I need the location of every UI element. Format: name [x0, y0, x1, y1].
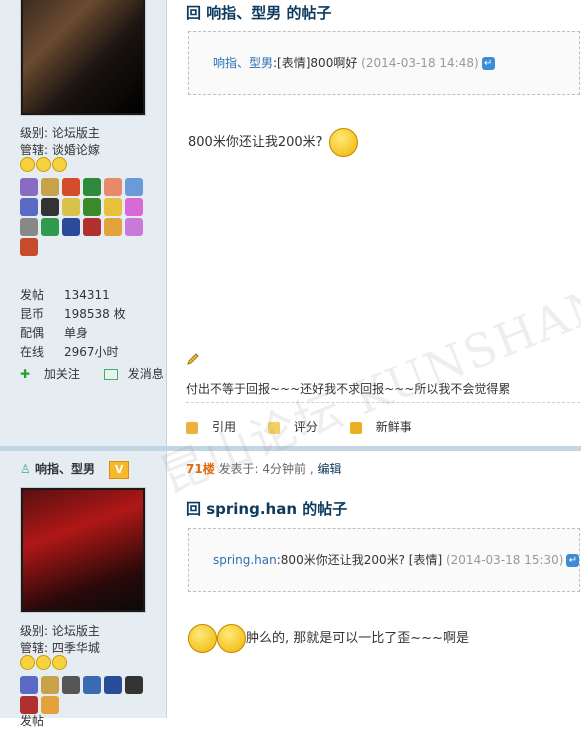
smiley-icon [52, 655, 67, 670]
quote-block: 响指、型男:[表情]800啊好 (2014-03-18 14:48) ↵ [188, 31, 580, 95]
follow-button[interactable]: ✚ 加关注 [20, 367, 90, 381]
quote-block: spring.han:800米你还让我200米? [表情] (2014-03-1… [188, 528, 580, 592]
medal-icon[interactable] [104, 218, 122, 236]
message-button[interactable]: 发消息 [103, 367, 174, 381]
user-manage: 管辖: 谈婚论嫁 [20, 143, 100, 157]
user-icon: ♙ [20, 462, 31, 476]
smiley-icon [217, 624, 246, 653]
medal-icon[interactable] [83, 178, 101, 196]
post-title: 回 spring.han 的帖子 [186, 500, 348, 518]
medal-icon[interactable] [62, 676, 80, 694]
stat-row: 在线 2967小时 [20, 345, 119, 359]
medal-icon[interactable] [20, 676, 38, 694]
medal-icon[interactable] [41, 178, 59, 196]
medal-icon[interactable] [104, 198, 122, 216]
medal-icon[interactable] [20, 218, 38, 236]
quote-text: :800米你还让我200米? [表情] [276, 553, 443, 567]
smiley-icon [328, 128, 358, 157]
reply-icon[interactable]: ↵ [566, 554, 580, 567]
stat-row: 昆币 198538 枚 [20, 307, 126, 321]
watermark: 昆山论坛 KUNSHAN BBS [152, 228, 581, 504]
medal-icon[interactable] [41, 676, 59, 694]
quote-author[interactable]: 响指、型男 [213, 56, 273, 70]
stat-row: 发帖 [20, 714, 45, 728]
medal-icon[interactable] [41, 218, 59, 236]
user-rank: 级别: 论坛版主 [20, 126, 100, 140]
smiley-icon [188, 624, 217, 653]
quote-date: (2014-03-18 14:48) [361, 56, 479, 70]
envelope-icon [103, 369, 118, 380]
avatar[interactable] [20, 0, 146, 116]
smiley-icon [52, 157, 67, 172]
medal-icon[interactable] [83, 218, 101, 236]
level-smileys [20, 655, 68, 670]
medal-icon[interactable] [104, 178, 122, 196]
medal-grid [20, 676, 144, 714]
smiley-icon [20, 655, 35, 670]
medal-icon[interactable] [83, 198, 101, 216]
user-rank: 级别: 论坛版主 [20, 624, 100, 638]
medal-icon[interactable] [62, 198, 80, 216]
medal-icon[interactable] [125, 218, 143, 236]
medal-icon[interactable] [125, 198, 143, 216]
plus-icon: ✚ [20, 367, 31, 381]
medal-icon[interactable] [125, 178, 143, 196]
quote-date: (2014-03-18 15:30) [445, 553, 564, 567]
quote-text: :[表情]800啊好 [273, 56, 358, 70]
medal-icon[interactable] [20, 238, 38, 256]
reply-icon[interactable]: ↵ [481, 57, 495, 70]
post-title: 回 响指、型男 的帖子 [186, 4, 332, 22]
smiley-icon [36, 157, 51, 172]
medal-icon[interactable] [41, 198, 59, 216]
username-row: ♙ 响指、型男 V [20, 460, 130, 479]
smiley-icon [36, 655, 51, 670]
username[interactable]: 响指、型男 [35, 462, 95, 476]
quote-author[interactable]: spring.han [213, 553, 277, 567]
medal-grid [20, 178, 144, 256]
user-manage: 管辖: 四季华城 [20, 641, 100, 655]
medal-icon[interactable] [104, 676, 122, 694]
stat-row: 配偶 单身 [20, 326, 89, 340]
medal-icon[interactable] [20, 198, 38, 216]
edit-link[interactable]: 编辑 [317, 462, 341, 476]
medal-icon[interactable] [20, 178, 38, 196]
medal-icon[interactable] [62, 218, 80, 236]
vip-badge: V [109, 461, 130, 479]
stat-row: 发帖 134311 [20, 288, 110, 302]
user-actions: ✚ 加关注 发消息 [20, 365, 184, 382]
avatar[interactable] [20, 487, 146, 613]
medal-icon[interactable] [125, 676, 143, 694]
medal-icon[interactable] [83, 676, 101, 694]
post-message: 肿么的, 那就是可以一比了歪~~~啊是 [188, 624, 469, 653]
smiley-icon [20, 157, 35, 172]
post-message: 800米你还让我200米? [188, 128, 358, 157]
level-smileys [20, 157, 68, 172]
pencil-icon [187, 353, 199, 365]
medal-icon[interactable] [62, 178, 80, 196]
